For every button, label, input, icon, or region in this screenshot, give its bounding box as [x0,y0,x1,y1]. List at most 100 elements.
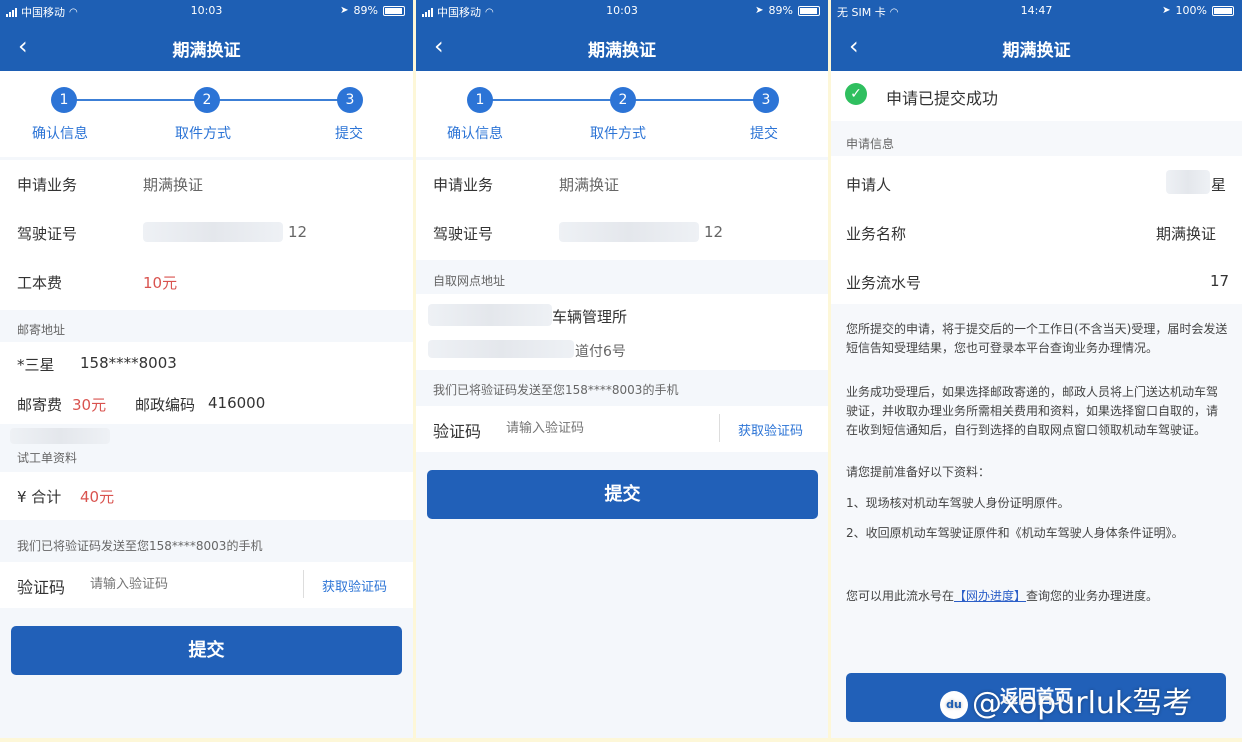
step-3-circle: 3 [337,87,363,113]
location-icon: ➤ [755,5,764,16]
battery-icon [383,5,405,16]
screen-submit-success: 无 SIM 卡 ◠ 14:47 ➤ 100% ‹ 期满换证 ✓ 申请已提交成功 申请… [831,0,1242,738]
sms-notice: 我们已将验证码发送至您158****8003的手机 [17,539,263,553]
location-icon: ➤ [340,5,349,16]
step-1-circle: 1 [467,87,493,113]
applicant-label: 申请人 [846,176,892,194]
address-redacted [428,340,574,358]
code-row: 验证码 获取验证码 [0,562,413,608]
service-label: 申请业务 [17,176,78,194]
notice-paragraph-5: 2、收回原机动车驾驶证原件和《机动车驾驶人身体条件证明》。 [846,526,1184,540]
service-value: 期满换证 [143,176,204,194]
nav-bar: ‹ 期满换证 [831,22,1242,71]
pickup-office-card[interactable]: 车辆管理所 道付6号 [416,294,828,370]
screen-pickup-method: 中国移动 ◠ 10:03 ➤ 89% ‹ 期满换证 1 2 3 确认信息 取件方式 … [416,0,828,738]
recipient-phone: 158****8003 [80,354,177,372]
fee-label: 工本费 [17,274,63,292]
step-2-label: 取件方式 [175,126,231,142]
step-indicator: 1 2 3 确认信息 取件方式 提交 [416,71,828,157]
license-value: 12 [704,223,724,241]
service-value: 期满换证 [559,176,620,194]
code-divider [719,414,720,442]
fee-value: 10元 [143,274,178,292]
battery-icon [798,5,820,16]
notice-paragraph-4: 1、现场核对机动车驾驶人身份证明原件。 [846,496,1070,510]
location-icon: ➤ [1162,5,1171,16]
notice-paragraph-3: 请您提前准备好以下资料： [846,465,991,479]
submit-button[interactable]: 提交 [11,626,402,675]
success-banner: ✓ 申请已提交成功 [831,71,1242,121]
postcode-value: 416000 [208,394,266,412]
license-label: 驾驶证号 [433,225,494,243]
postage-value: 30元 [72,396,107,414]
pickup-section-title: 自取网点地址 [433,274,506,288]
address-redacted [10,428,110,444]
office-name: 车辆管理所 [552,308,628,326]
step-1-circle: 1 [51,87,77,113]
application-info-card: 申请人 星 业务名称 期满换证 业务流水号 17 [831,156,1242,304]
step-3-circle: 3 [753,87,779,113]
battery-icon [1212,5,1234,16]
status-bar: 中国移动 ◠ 10:03 ➤ 89% [0,0,413,22]
serial-label: 业务流水号 [846,274,922,292]
progress-query-paragraph: 您可以用此流水号在【网办进度】查询您的业务办理进度。 [846,587,1228,606]
submit-button[interactable]: 提交 [427,470,818,519]
page-title: 期满换证 [588,41,656,61]
total-label: ¥ 合计 [17,488,62,506]
progress-text-post: 查询您的业务办理进度。 [1026,589,1159,603]
notice-paragraph-1: 您所提交的申请，将于提交后的一个工作日(不含当天)受理，届时会发送短信告知受理结… [846,322,1228,355]
notice-paragraph-2: 业务成功受理后，如果选择邮政寄递的，邮政人员将上门送达机动车驾驶证，并收取办理业… [846,385,1219,437]
battery-percent: 89% [768,4,793,17]
nav-bar: ‹ 期满换证 [0,22,413,71]
mail-card[interactable]: *三星 158****8003 邮寄费 30元 邮政编码 416000 [0,342,413,424]
license-label: 驾驶证号 [17,225,78,243]
biz-name-value: 期满换证 [1156,225,1217,243]
office-address: 道付6号 [575,344,626,360]
applicant-redacted [1166,170,1210,194]
service-label: 申请业务 [433,176,494,194]
mail-section-title: 邮寄地址 [17,323,66,337]
get-code-button[interactable]: 获取验证码 [322,576,387,595]
get-code-button[interactable]: 获取验证码 [738,420,803,439]
status-bar: 无 SIM 卡 ◠ 14:47 ➤ 100% [831,0,1242,22]
step-1-label: 确认信息 [32,126,88,142]
applicant-value: 星 [1211,176,1227,194]
nav-bar: ‹ 期满换证 [416,22,828,71]
check-icon: ✓ [845,83,867,105]
code-input[interactable] [506,416,696,440]
step-2-label: 取件方式 [590,126,646,142]
page-title: 期满换证 [1002,41,1071,61]
license-redacted [559,222,699,242]
postcode-label: 邮政编码 [135,396,196,414]
step-3-label: 提交 [750,126,778,142]
progress-link[interactable]: 【网办进度】 [954,589,1026,603]
battery-percent: 89% [353,4,378,17]
step-indicator: 1 2 3 确认信息 取件方式 提交 [0,71,413,157]
info-card: 申请业务 期满换证 驾驶证号 12 [416,160,828,260]
total-value: 40元 [80,488,115,506]
watermark-text: @xopurluk驾考 [972,686,1193,721]
page-title: 期满换证 [172,41,241,61]
step-3-label: 提交 [335,126,363,142]
office-redacted [428,304,552,326]
code-row: 验证码 获取验证码 [416,406,828,452]
sms-notice: 我们已将验证码发送至您158****8003的手机 [433,383,679,397]
serial-value: 17 [1210,272,1230,290]
license-value: 12 [288,223,308,241]
battery-percent: 100% [1175,4,1207,17]
step-2-circle: 2 [194,87,220,113]
screen-confirm-info: 中国移动 ◠ 10:03 ➤ 89% ‹ 期满换证 1 2 3 确认信息 取件方式 … [0,0,413,738]
material-section-title: 试工单资料 [17,451,78,465]
success-text: 申请已提交成功 [886,89,999,108]
total-row: ¥ 合计 40元 [0,472,413,520]
recipient-name: *三星 [17,356,55,374]
license-redacted [143,222,283,242]
step-1-label: 确认信息 [447,126,503,142]
postage-label: 邮寄费 [17,396,63,414]
code-label: 验证码 [433,422,482,441]
biz-name-label: 业务名称 [846,225,907,243]
code-divider [303,570,304,598]
step-2-circle: 2 [610,87,636,113]
code-label: 验证码 [17,578,66,597]
code-input[interactable] [90,572,280,596]
